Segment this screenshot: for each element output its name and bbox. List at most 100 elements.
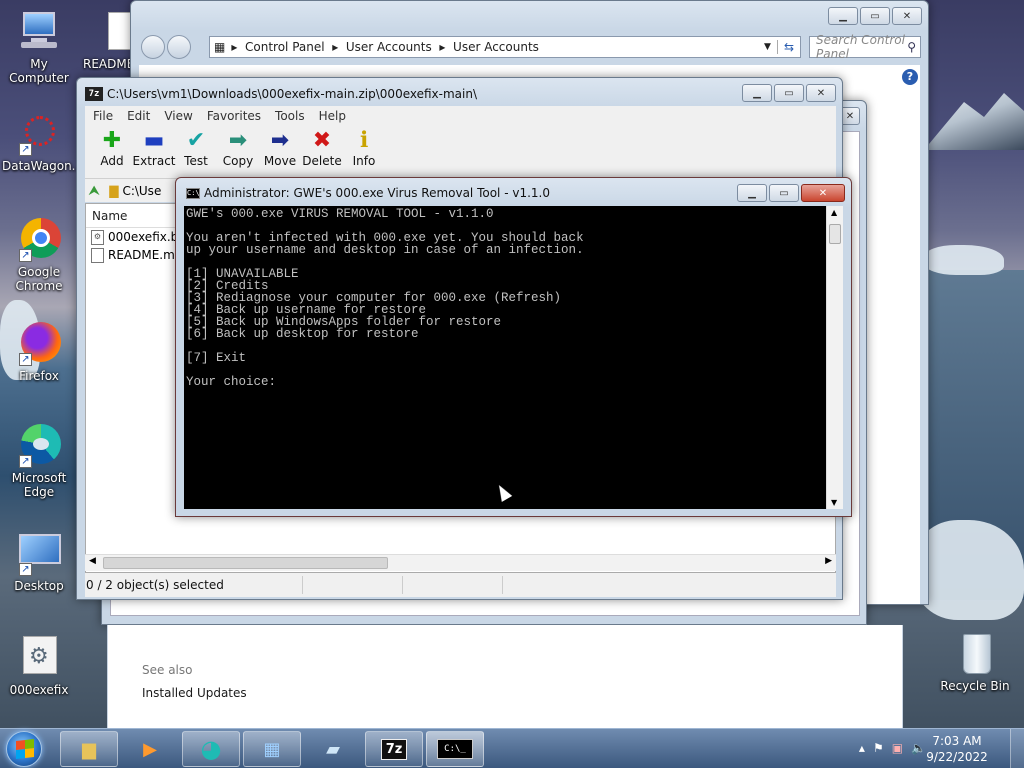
- background-ice: [924, 245, 1004, 275]
- close-button[interactable]: ✕: [801, 184, 845, 202]
- chevron-down-icon[interactable]: ▼: [764, 42, 771, 52]
- scroll-thumb[interactable]: [103, 557, 388, 569]
- action-center-icon[interactable]: ⚑: [873, 741, 884, 755]
- firefox-icon: ↗: [17, 322, 61, 366]
- close-button[interactable]: ✕: [892, 7, 922, 25]
- address-bar[interactable]: ▦ ▸ Control Panel ▸ User Accounts ▸ User…: [209, 36, 801, 58]
- vertical-scrollbar[interactable]: ▲ ▼: [826, 206, 843, 509]
- minimize-button[interactable]: ▁: [742, 84, 772, 102]
- delete-button[interactable]: ✖ Delete: [301, 126, 343, 178]
- maximize-button[interactable]: ▭: [774, 84, 804, 102]
- 7zip-icon: 7z: [85, 87, 103, 101]
- menu-tools[interactable]: Tools: [275, 109, 305, 123]
- add-button[interactable]: ✚ Add: [91, 126, 133, 178]
- clock-time: 7:03 AM: [932, 734, 982, 748]
- breadcrumb-control-panel[interactable]: Control Panel: [245, 40, 325, 54]
- desktop-icon-my-computer[interactable]: My Computer: [2, 10, 76, 85]
- clock[interactable]: 7:03 AM 9/22/2022: [922, 733, 992, 765]
- window-title: C:\Users\vm1\Downloads\000exefix-main.zi…: [107, 87, 478, 101]
- taskbar-explorer[interactable]: ▆: [60, 731, 118, 767]
- move-button[interactable]: ➡ Move: [259, 126, 301, 178]
- 7zip-icon: 7z: [380, 738, 408, 760]
- maximize-button[interactable]: ▭: [769, 184, 799, 202]
- background-mountain: [924, 93, 1024, 150]
- cmd-icon: C:\_: [437, 739, 473, 759]
- plus-icon: ✚: [102, 128, 122, 153]
- search-input[interactable]: Search Control Panel ⚲: [809, 33, 921, 61]
- chrome-icon: ↗: [17, 218, 61, 262]
- desktop-icon-firefox[interactable]: ↗ Firefox: [2, 322, 76, 383]
- start-button[interactable]: [6, 731, 42, 767]
- scroll-right-icon[interactable]: ▶: [825, 556, 832, 566]
- desktop-icon-desktop[interactable]: ↗ Desktop: [2, 532, 76, 593]
- horizontal-scrollbar[interactable]: ◀ ▶: [85, 554, 836, 571]
- menu-view[interactable]: View: [164, 109, 192, 123]
- see-also-label: See also: [142, 663, 193, 677]
- desktop-icon-google-chrome[interactable]: ↗ Google Chrome: [2, 218, 76, 293]
- info-icon: ℹ: [359, 128, 369, 153]
- explorer-icon: ▆: [82, 738, 96, 760]
- toolbar: ✚ Add ▬ Extract ✔ Test ➡ Copy ➡ Move ✖ Delete …: [85, 126, 836, 178]
- desktop-icon-datawagon[interactable]: ↗ DataWagon...: [2, 112, 83, 173]
- media-player-icon: ▶: [143, 738, 157, 760]
- extract-button[interactable]: ▬ Extract: [133, 126, 176, 178]
- scroll-down-icon[interactable]: ▼: [831, 498, 837, 507]
- window-controls: ▁ ▭ ✕: [742, 84, 836, 102]
- path-input[interactable]: C:\Use: [122, 184, 161, 198]
- close-button[interactable]: ✕: [806, 84, 836, 102]
- datawagon-icon: ↗: [17, 112, 61, 156]
- copy-arrow-icon: ➡: [228, 128, 248, 153]
- up-folder-icon[interactable]: ⮝: [89, 183, 99, 198]
- info-button[interactable]: ℹ Info: [343, 126, 385, 178]
- desktop-icon-microsoft-edge[interactable]: ↗ Microsoft Edge: [2, 424, 76, 499]
- forward-button[interactable]: [167, 35, 191, 59]
- desktop-icon-000exefix[interactable]: ⚙ 000exefix: [2, 636, 76, 697]
- scroll-up-icon[interactable]: ▲: [831, 208, 837, 217]
- desktop-icon-readme[interactable]: README: [78, 10, 138, 71]
- clock-date: 9/22/2022: [926, 750, 988, 764]
- taskbar-cmd[interactable]: C:\_: [426, 731, 484, 767]
- minus-icon: ▬: [143, 128, 165, 153]
- taskbar: ▆ ▶ ◕ ▦ ▰ 7z C:\_ ▴ ⚑ ▣ 🔈 7:03 AM 9/22/2…: [0, 728, 1024, 768]
- menu-edit[interactable]: Edit: [127, 109, 150, 123]
- edge-icon: ◕: [200, 735, 222, 763]
- test-button[interactable]: ✔ Test: [175, 126, 217, 178]
- installed-updates-link[interactable]: Installed Updates: [142, 686, 247, 700]
- menu-file[interactable]: File: [93, 109, 113, 123]
- menu-favorites[interactable]: Favorites: [207, 109, 261, 123]
- minimize-button[interactable]: ▁: [737, 184, 767, 202]
- taskbar-media-player[interactable]: ▶: [121, 731, 179, 767]
- refresh-icon[interactable]: ⇆: [776, 40, 800, 54]
- copy-button[interactable]: ➡ Copy: [217, 126, 259, 178]
- scroll-left-icon[interactable]: ◀: [89, 556, 96, 566]
- status-bar: 0 / 2 object(s) selected: [85, 573, 836, 597]
- scroll-thumb[interactable]: [829, 224, 841, 244]
- menu-help[interactable]: Help: [319, 109, 346, 123]
- window-controls: ▁ ▭ ✕: [828, 7, 922, 25]
- taskbar-notepad[interactable]: ▰: [304, 731, 362, 767]
- taskbar-7zip[interactable]: 7z: [365, 731, 423, 767]
- show-hidden-icons-icon[interactable]: ▴: [859, 741, 865, 755]
- search-icon[interactable]: ⚲: [907, 40, 916, 54]
- close-button[interactable]: ✕: [840, 107, 860, 125]
- back-button[interactable]: [141, 35, 165, 59]
- breadcrumb-user-accounts[interactable]: User Accounts: [346, 40, 432, 54]
- window-controls: ▁ ▭ ✕: [737, 184, 845, 202]
- desktop-icon-recycle-bin[interactable]: Recycle Bin: [938, 632, 1012, 693]
- control-panel-icon: ▦: [214, 40, 226, 54]
- window-title: Administrator: GWE's 000.exe Virus Remov…: [204, 186, 550, 200]
- maximize-button[interactable]: ▭: [860, 7, 890, 25]
- edge-icon: ↗: [17, 424, 61, 468]
- monitor-icon: ↗: [17, 532, 61, 576]
- breadcrumb-user-accounts-current[interactable]: User Accounts: [453, 40, 539, 54]
- console-window[interactable]: C:\ Administrator: GWE's 000.exe Virus R…: [175, 177, 852, 517]
- taskbar-edge[interactable]: ◕: [182, 731, 240, 767]
- help-icon[interactable]: ?: [902, 69, 918, 85]
- minimize-button[interactable]: ▁: [828, 7, 858, 25]
- console-output[interactable]: GWE's 000.exe VIRUS REMOVAL TOOL - v1.1.…: [184, 206, 826, 509]
- background-ice: [914, 520, 1024, 620]
- taskbar-control-panel[interactable]: ▦: [243, 731, 301, 767]
- recycle-bin-icon: [953, 632, 997, 676]
- network-icon[interactable]: ▣: [892, 741, 903, 755]
- show-desktop-button[interactable]: [1010, 729, 1024, 768]
